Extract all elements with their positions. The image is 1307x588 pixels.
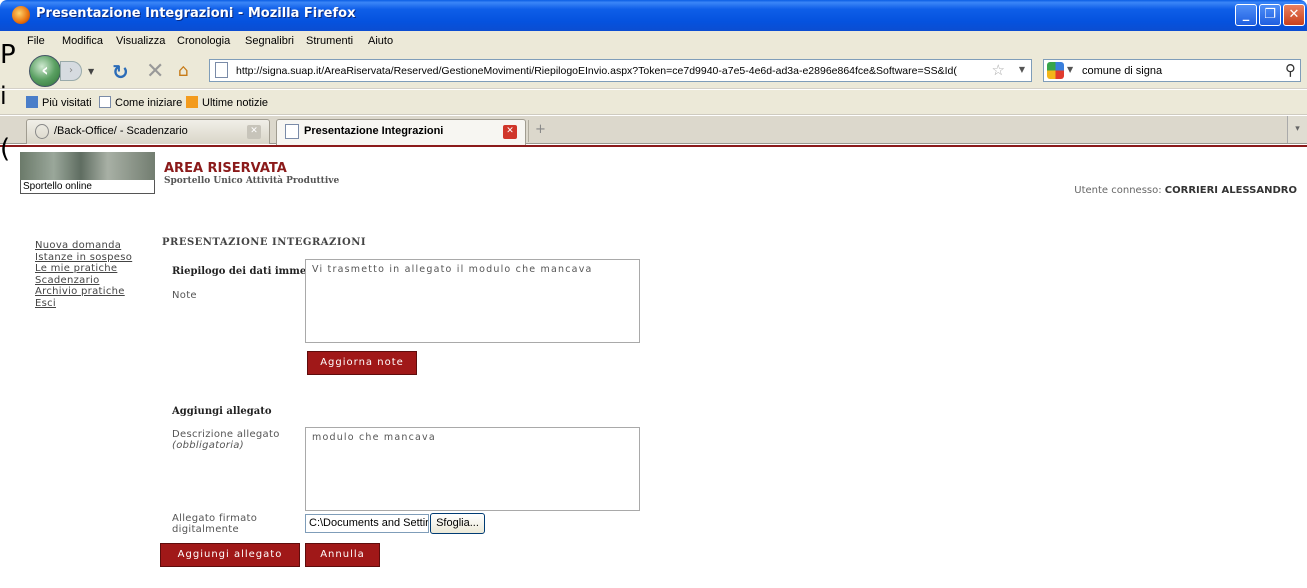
window-title: Presentazione Integrazioni - Mozilla Fir…	[36, 6, 356, 21]
bookmark-latest-news[interactable]: Ultime notizie	[186, 96, 268, 109]
overlay-text-3: (	[0, 134, 11, 164]
menu-strumenti[interactable]: Strumenti	[306, 35, 353, 47]
tab-label: Presentazione Integrazioni	[304, 125, 444, 137]
sidebar-item-scadenzario[interactable]: Scadenzario	[35, 275, 132, 287]
menu-visualizza[interactable]: Visualizza	[116, 35, 165, 47]
sportello-label: Sportello online	[20, 180, 155, 194]
menu-modifica[interactable]: Modifica	[62, 35, 103, 47]
menu-file[interactable]: File	[27, 35, 45, 47]
tab-strip: /Back-Office/ - Scadenzario ✕ Presentazi…	[0, 116, 1307, 145]
overlay-text-1: P	[0, 40, 16, 70]
area-subtitle: Sportello Unico Attività Produttive	[164, 176, 340, 186]
description-label: Descrizione allegato (obbligatoria)	[172, 429, 280, 451]
bookmark-label: Più visitati	[42, 97, 92, 109]
loading-icon	[35, 124, 49, 139]
note-label: Note	[172, 290, 197, 301]
overlay-text-2: i	[0, 82, 7, 110]
summary-heading: Riepilogo dei dati immessi	[172, 266, 322, 277]
history-dropdown-icon[interactable]: ▼	[88, 67, 98, 77]
signed-file-label: Allegato firmato digitalmente	[172, 513, 257, 535]
sidebar-item-archivio[interactable]: Archivio pratiche	[35, 286, 132, 298]
close-window-button[interactable]: ✕	[1283, 4, 1305, 26]
tab-list-button[interactable]: ▾	[1287, 116, 1307, 143]
engine-dropdown-icon[interactable]: ▼	[1067, 65, 1073, 74]
stop-icon[interactable]: ✕	[146, 59, 164, 84]
reload-icon[interactable]: ↻	[112, 60, 129, 84]
header-banner-image	[20, 152, 155, 180]
site-header: Sportello online AREA RISERVATA Sportell…	[0, 145, 1307, 205]
sidebar-item-nuova-domanda[interactable]: Nuova domanda	[35, 240, 132, 252]
bookmark-most-visited[interactable]: Più visitati	[26, 96, 92, 109]
file-path-input[interactable]: C:\Documents and Settir	[305, 514, 429, 533]
connected-user: Utente connesso: CORRIERI ALESSANDRO	[1074, 185, 1297, 196]
url-dropdown-icon[interactable]: ▼	[1019, 65, 1025, 74]
cancel-button[interactable]: Annulla	[305, 543, 380, 567]
close-tab-icon[interactable]: ✕	[247, 125, 261, 139]
maximize-button[interactable]: ❐	[1259, 4, 1281, 26]
close-tab-icon[interactable]: ✕	[503, 125, 517, 139]
forward-button[interactable]: ›	[60, 61, 82, 81]
firefox-icon	[12, 6, 30, 24]
search-input[interactable]	[1082, 63, 1272, 79]
description-textarea[interactable]	[305, 427, 640, 511]
bookmarks-toolbar: Più visitati Come iniziare Ultime notizi…	[0, 90, 1307, 115]
sidebar-item-istanze-sospeso[interactable]: Istanze in sospeso	[35, 252, 132, 264]
bookmark-getting-started[interactable]: Come iniziare	[99, 96, 182, 109]
bookmark-folder-icon	[26, 96, 38, 108]
bookmark-star-icon[interactable]: ☆	[992, 61, 1005, 79]
sidebar-menu: Nuova domanda Istanze in sospeso Le mie …	[35, 240, 132, 309]
url-bar[interactable]: http://signa.suap.it/AreaRiservata/Reser…	[209, 59, 1032, 82]
attachment-heading: Aggiungi allegato	[172, 406, 272, 417]
menu-aiuto[interactable]: Aiuto	[368, 35, 393, 47]
note-textarea[interactable]	[305, 259, 640, 343]
signed-file-label-line2: digitalmente	[172, 524, 239, 535]
bookmark-label: Ultime notizie	[202, 97, 269, 109]
search-icon[interactable]: ⚲	[1285, 61, 1296, 79]
back-button[interactable]: ‹	[29, 55, 61, 87]
sidebar-item-mie-pratiche[interactable]: Le mie pratiche	[35, 263, 132, 275]
menu-cronologia[interactable]: Cronologia	[177, 35, 230, 47]
page-title: PRESENTAZIONE INTEGRAZIONI	[162, 237, 367, 248]
sidebar-item-esci[interactable]: Esci	[35, 298, 132, 310]
signed-file-label-line1: Allegato firmato	[172, 513, 258, 524]
description-label-text: Descrizione allegato	[172, 429, 280, 440]
new-tab-button[interactable]: +	[528, 120, 552, 142]
browse-button[interactable]: Sfoglia...	[430, 513, 485, 534]
page-icon	[215, 62, 228, 78]
menu-segnalibri[interactable]: Segnalibri	[245, 35, 294, 47]
tab-back-office[interactable]: /Back-Office/ - Scadenzario ✕	[26, 119, 270, 144]
page-content: Sportello online AREA RISERVATA Sportell…	[0, 145, 1307, 588]
search-engine-icon[interactable]	[1047, 62, 1064, 79]
user-name: CORRIERI ALESSANDRO	[1164, 185, 1297, 196]
required-note: (obbligatoria)	[172, 440, 244, 451]
minimize-button[interactable]: _	[1235, 4, 1257, 26]
add-attachment-button[interactable]: Aggiungi allegato	[160, 543, 300, 567]
window-title-bar: Presentazione Integrazioni - Mozilla Fir…	[0, 0, 1307, 31]
bookmark-label: Come iniziare	[115, 97, 183, 109]
menu-bar: File Modifica Visualizza Cronologia Segn…	[0, 31, 1307, 53]
search-bar[interactable]: ▼ ⚲	[1043, 59, 1301, 82]
update-note-button[interactable]: Aggiorna note	[307, 351, 417, 375]
tab-presentazione[interactable]: Presentazione Integrazioni ✕	[276, 119, 526, 145]
tab-label: /Back-Office/ - Scadenzario	[54, 125, 188, 137]
rss-icon	[186, 96, 198, 108]
user-label: Utente connesso:	[1074, 185, 1162, 196]
home-icon[interactable]: ⌂	[178, 61, 189, 81]
area-title: AREA RISERVATA	[164, 161, 287, 176]
page-icon	[285, 124, 299, 139]
page-icon	[99, 96, 111, 108]
url-text[interactable]: http://signa.suap.it/AreaRiservata/Reser…	[236, 65, 976, 77]
